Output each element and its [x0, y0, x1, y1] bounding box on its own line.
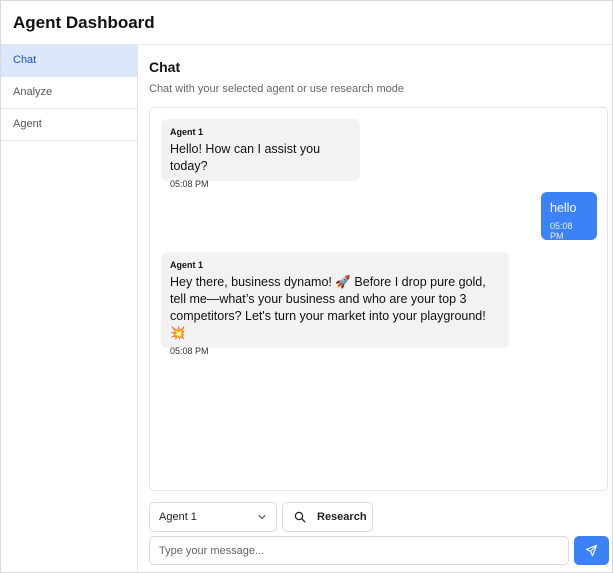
- chat-message-list[interactable]: Agent 1 Hello! How can I assist you toda…: [149, 107, 608, 491]
- message-sender: Agent 1: [170, 127, 204, 137]
- sidebar: Chat Analyze Agent: [1, 45, 138, 573]
- sidebar-item-chat[interactable]: Chat: [1, 45, 137, 77]
- page-title: Chat: [149, 59, 181, 75]
- research-button[interactable]: Research: [282, 502, 373, 532]
- app-title: Agent Dashboard: [13, 13, 155, 32]
- agent-message: Agent 1 Hello! How can I assist you toda…: [161, 119, 360, 189]
- message-text: hello: [550, 201, 577, 215]
- message-input[interactable]: [149, 536, 569, 565]
- research-button-label: Research: [317, 511, 367, 523]
- send-icon: [585, 544, 598, 557]
- search-icon: [294, 511, 306, 523]
- message-text: Hey there, business dynamo! 🚀 Before I d…: [170, 275, 486, 340]
- main-panel: Chat Chat with your selected agent or us…: [138, 45, 612, 573]
- sidebar-item-analyze[interactable]: Analyze: [1, 77, 137, 109]
- chevron-down-icon: [258, 514, 266, 520]
- agent-select[interactable]: Agent 1: [149, 502, 277, 532]
- message-timestamp: 05:08 PM: [170, 179, 209, 189]
- user-message: hello 05:08 PM: [541, 192, 597, 241]
- header: Agent Dashboard: [1, 1, 612, 45]
- page-subtitle: Chat with your selected agent or use res…: [149, 83, 404, 95]
- send-button[interactable]: [574, 536, 609, 565]
- agent-message: Agent 1 Hey there, business dynamo! 🚀 Be…: [161, 252, 509, 356]
- message-timestamp: 05:08 PM: [170, 346, 209, 356]
- message-timestamp: 05:08 PM: [550, 221, 573, 241]
- app-window: Agent Dashboard Chat Analyze Agent Chat …: [0, 0, 613, 573]
- sidebar-item-agent[interactable]: Agent: [1, 109, 137, 141]
- message-text: Hello! How can I assist you today?: [170, 142, 321, 173]
- agent-select-value: Agent 1: [159, 511, 197, 523]
- message-sender: Agent 1: [170, 260, 204, 270]
